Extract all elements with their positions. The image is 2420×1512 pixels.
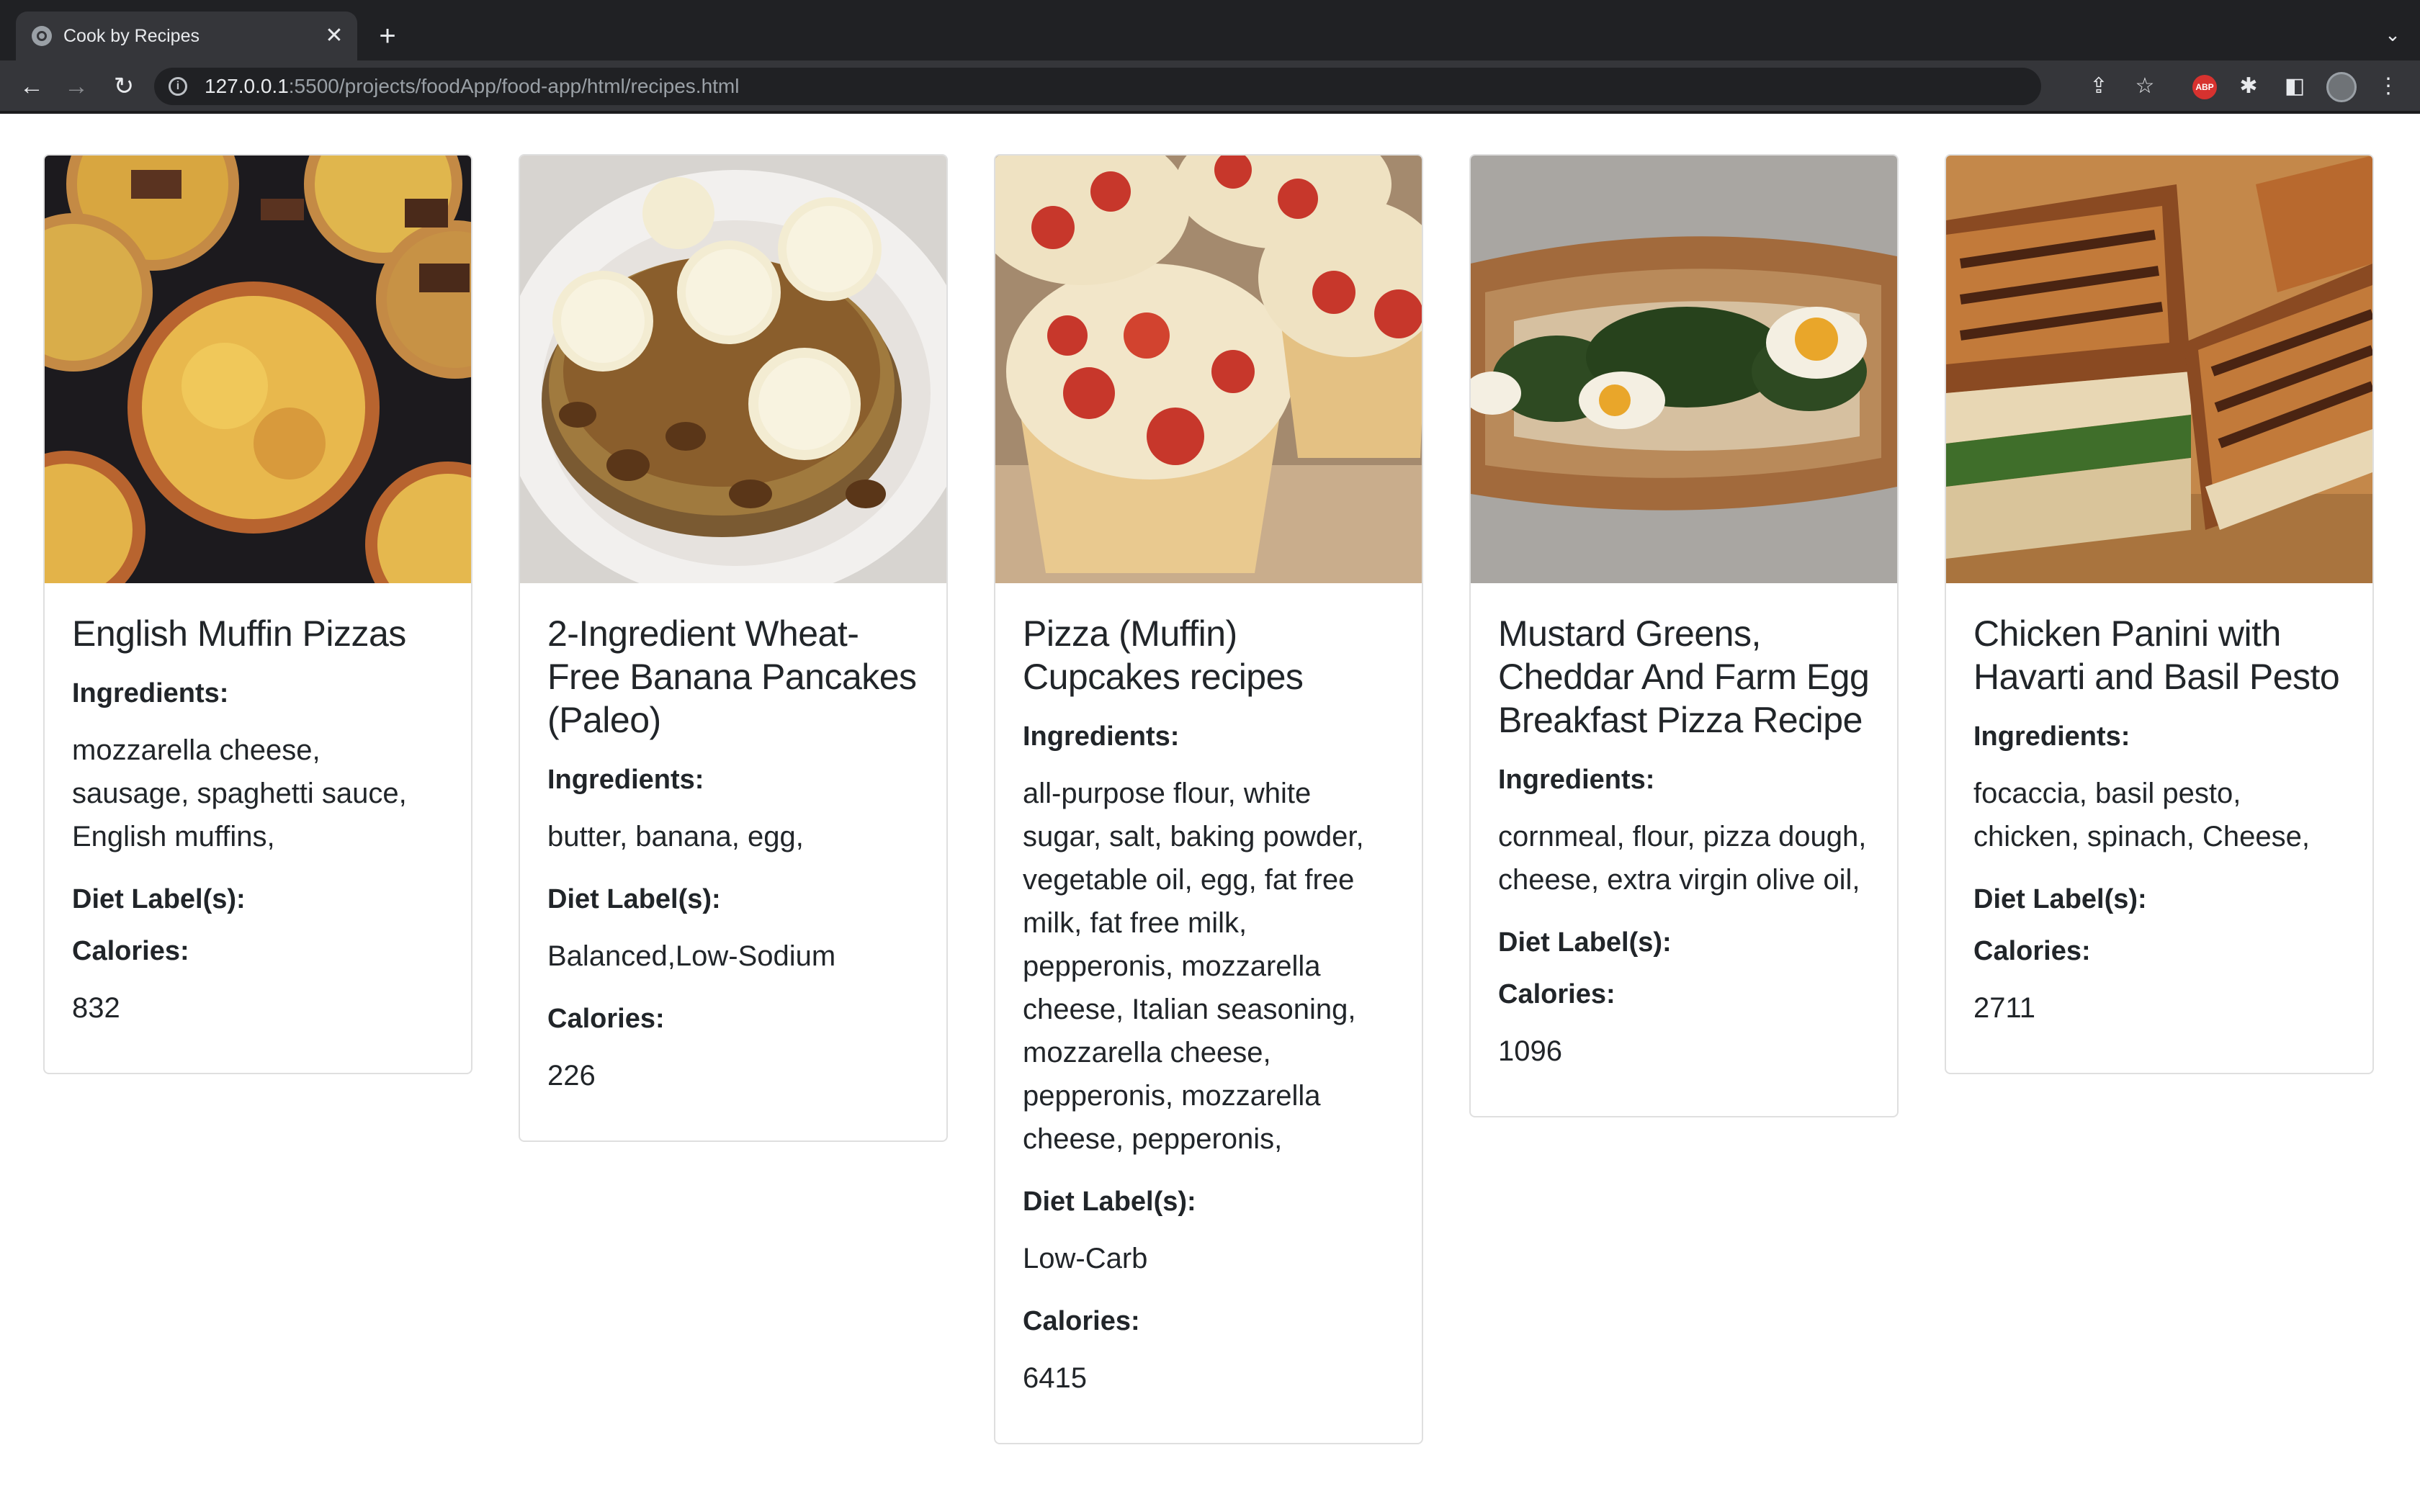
kebab-menu-icon[interactable]: ⋮ — [2374, 72, 2403, 101]
ingredients-label: Ingredients: — [1973, 721, 2130, 752]
english-muffin-pizzas-photo — [45, 156, 471, 583]
calories-value: 1096 — [1498, 1035, 1562, 1067]
ingredients-value: mozzarella cheese, sausage, spaghetti sa… — [72, 734, 407, 852]
recipe-card[interactable]: Chicken Panini with Havarti and Basil Pe… — [1945, 154, 2374, 1074]
ingredients-value: all-purpose flour, white sugar, salt, ba… — [1023, 778, 1364, 1155]
recipe-title: English Muffin Pizzas — [72, 613, 406, 654]
recipe-grid: English Muffin Pizzas Ingredients: mozza… — [0, 114, 2420, 1512]
bookmark-star-icon[interactable]: ☆ — [2130, 72, 2159, 101]
ingredients-value: butter, banana, egg, — [547, 821, 804, 852]
recipe-card[interactable]: 2-Ingredient Wheat-Free Banana Pancakes … — [519, 154, 948, 1142]
diet-label-heading: Diet Label(s): — [547, 884, 721, 914]
diet-label-heading: Diet Label(s): — [1973, 884, 2147, 914]
site-info-icon[interactable]: i — [169, 77, 187, 96]
reload-icon[interactable]: ↻ — [109, 72, 138, 101]
browser-tab[interactable]: Cook by Recipes ✕ — [16, 12, 357, 60]
diet-label-heading: Diet Label(s): — [1498, 927, 1672, 958]
calories-label: Calories: — [72, 936, 189, 966]
calories-label: Calories: — [1973, 936, 2091, 966]
address-bar[interactable]: i 127.0.0.1:5500/projects/foodApp/food-a… — [154, 68, 2108, 105]
recipe-title: Chicken Panini with Havarti and Basil Pe… — [1973, 613, 2340, 697]
browser-toolbar: ← → ↻ i 127.0.0.1:5500/projects/foodApp/… — [0, 60, 2420, 114]
ingredients-label: Ingredients: — [1023, 721, 1180, 752]
chicken-panini-photo — [1946, 156, 2372, 583]
breakfast-pizza-photo — [1471, 156, 1897, 583]
diet-labels-value: Balanced,Low-Sodium — [547, 940, 836, 972]
profile-avatar[interactable] — [2326, 72, 2357, 102]
close-tab-icon[interactable]: ✕ — [321, 23, 347, 49]
pizza-cupcakes-photo — [995, 156, 1422, 583]
recipe-card[interactable]: English Muffin Pizzas Ingredients: mozza… — [43, 154, 472, 1074]
new-tab-button[interactable]: + — [372, 20, 403, 52]
calories-label: Calories: — [1498, 979, 1615, 1009]
calories-value: 226 — [547, 1060, 596, 1092]
extensions-puzzle-icon[interactable]: ✱ — [2234, 72, 2263, 101]
calories-value: 832 — [72, 992, 120, 1024]
diet-label-heading: Diet Label(s): — [1023, 1187, 1196, 1217]
browser-tab-bar: Cook by Recipes ✕ + ⌄ — [0, 0, 2420, 60]
diet-labels-value: Low-Carb — [1023, 1243, 1148, 1274]
globe-icon — [32, 26, 52, 46]
ingredients-value: cornmeal, flour, pizza dough, cheese, ex… — [1498, 821, 1867, 896]
calories-label: Calories: — [547, 1004, 665, 1034]
url-text[interactable]: 127.0.0.1:5500/projects/foodApp/food-app… — [205, 75, 739, 98]
diet-label-heading: Diet Label(s): — [72, 884, 246, 914]
ingredients-label: Ingredients: — [547, 765, 704, 795]
recipe-title: 2-Ingredient Wheat-Free Banana Pancakes … — [547, 613, 917, 740]
recipe-title: Mustard Greens, Cheddar And Farm Egg Bre… — [1498, 613, 1870, 740]
share-icon[interactable]: ⇪ — [2084, 72, 2113, 101]
recipe-card[interactable]: Mustard Greens, Cheddar And Farm Egg Bre… — [1469, 154, 1899, 1117]
banana-pancakes-photo — [520, 156, 946, 583]
calories-label: Calories: — [1023, 1306, 1140, 1336]
ingredients-label: Ingredients: — [72, 678, 229, 708]
forward-arrow-icon[interactable]: → — [62, 72, 91, 101]
adblock-plus-icon[interactable]: ABP — [2192, 75, 2217, 99]
back-arrow-icon[interactable]: ← — [17, 72, 46, 101]
calories-value: 6415 — [1023, 1362, 1087, 1394]
calories-value: 2711 — [1973, 992, 2036, 1024]
ingredients-value: focaccia, basil pesto, chicken, spinach,… — [1973, 778, 2310, 852]
side-panel-icon[interactable]: ◧ — [2280, 72, 2309, 101]
tab-title: Cook by Recipes — [63, 26, 200, 46]
recipe-title: Pizza (Muffin) Cupcakes recipes — [1023, 613, 1304, 697]
tab-search-chevron-icon[interactable]: ⌄ — [2378, 20, 2407, 49]
recipe-card[interactable]: Pizza (Muffin) Cupcakes recipes Ingredie… — [994, 154, 1423, 1444]
ingredients-label: Ingredients: — [1498, 765, 1655, 795]
